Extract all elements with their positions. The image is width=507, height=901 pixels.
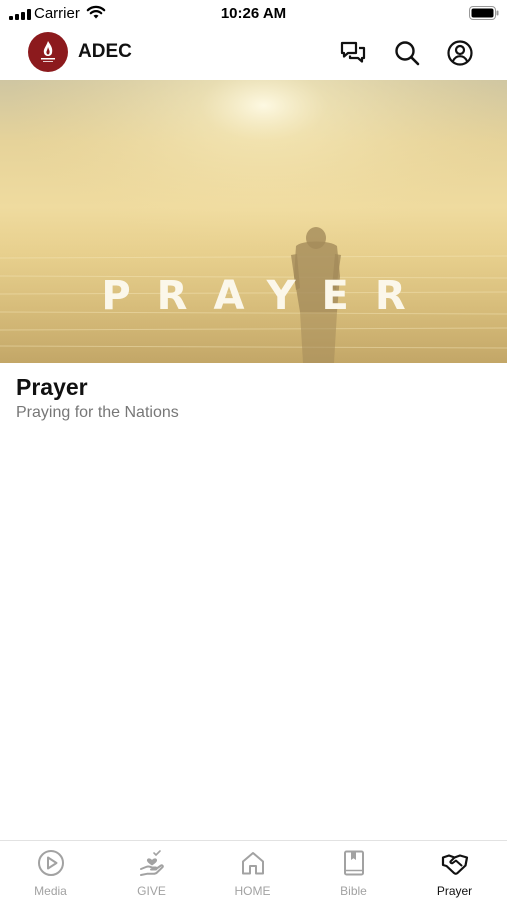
hero-title: PRAYER (101, 273, 432, 319)
tab-prayer-label: Prayer (436, 884, 473, 898)
tab-prayer[interactable]: Prayer (404, 841, 505, 901)
giving-hand-icon (140, 850, 164, 876)
play-circle-icon (38, 850, 64, 876)
home-icon (242, 852, 264, 875)
tab-media-label: Media (34, 884, 67, 898)
app-header: ADEC (0, 28, 507, 78)
prayer-hero-image[interactable]: PRAYER (0, 80, 507, 363)
status-time: 10:26 AM (220, 5, 287, 22)
tab-give[interactable]: GIVE (101, 841, 202, 901)
status-bar: Carrier 10:26 AM (0, 0, 507, 28)
church-logo[interactable] (28, 32, 68, 72)
messages-icon[interactable] (339, 39, 367, 67)
tab-give-label: GIVE (137, 884, 166, 898)
content-subtitle: Praying for the Nations (16, 404, 179, 421)
handshake-icon (441, 854, 469, 875)
flame-logo-icon (41, 41, 55, 62)
bottom-tab-bar: Media GIVE HOME Bible Prayer (0, 840, 507, 901)
battery-icon (469, 6, 499, 20)
bible-icon (344, 850, 364, 876)
search-icon[interactable] (393, 39, 421, 67)
tab-home-label: HOME (234, 884, 271, 898)
hero-photo (0, 80, 507, 363)
tab-bible-label: Bible (340, 884, 367, 898)
content-title: Prayer (16, 374, 88, 400)
app-title: ADEC (78, 41, 132, 62)
account-icon[interactable] (446, 39, 474, 67)
tab-home[interactable]: HOME (202, 841, 303, 901)
tab-bible[interactable]: Bible (303, 841, 404, 901)
tab-media[interactable]: Media (0, 841, 101, 901)
